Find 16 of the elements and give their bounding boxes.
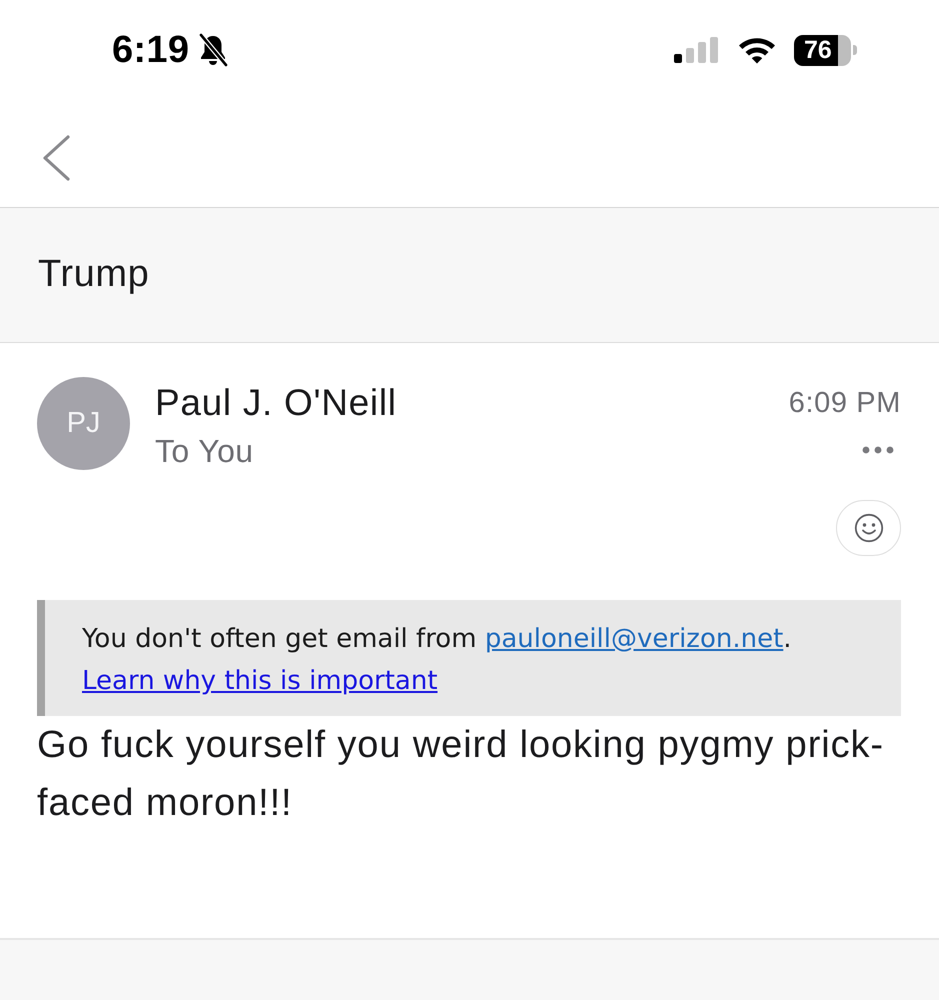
recipient-text: To You — [155, 432, 255, 471]
sender-avatar: PJ — [37, 377, 130, 470]
wifi-icon — [738, 36, 776, 64]
more-icon — [862, 446, 894, 454]
sender-name: Paul J. O'Neill — [155, 381, 398, 425]
subject-text: Trump — [38, 252, 150, 298]
notice-text: You don't often get email from pauloneill@verizon.net. — [82, 623, 793, 656]
status-time: 6:19 — [112, 31, 190, 69]
message-time: 6:09 PM — [788, 386, 901, 421]
smiley-icon — [854, 513, 884, 543]
email-link[interactable]: pauloneill@verizon.net — [484, 624, 784, 654]
learn-why-link[interactable]: Learn why this is important — [82, 666, 438, 696]
more-button[interactable] — [862, 446, 894, 456]
battery-indicator: 76 — [794, 34, 857, 66]
message-body: Go fuck yourself you weird looking pygmy prick-faced moron!!! — [37, 723, 885, 826]
signal-icon — [674, 37, 719, 63]
